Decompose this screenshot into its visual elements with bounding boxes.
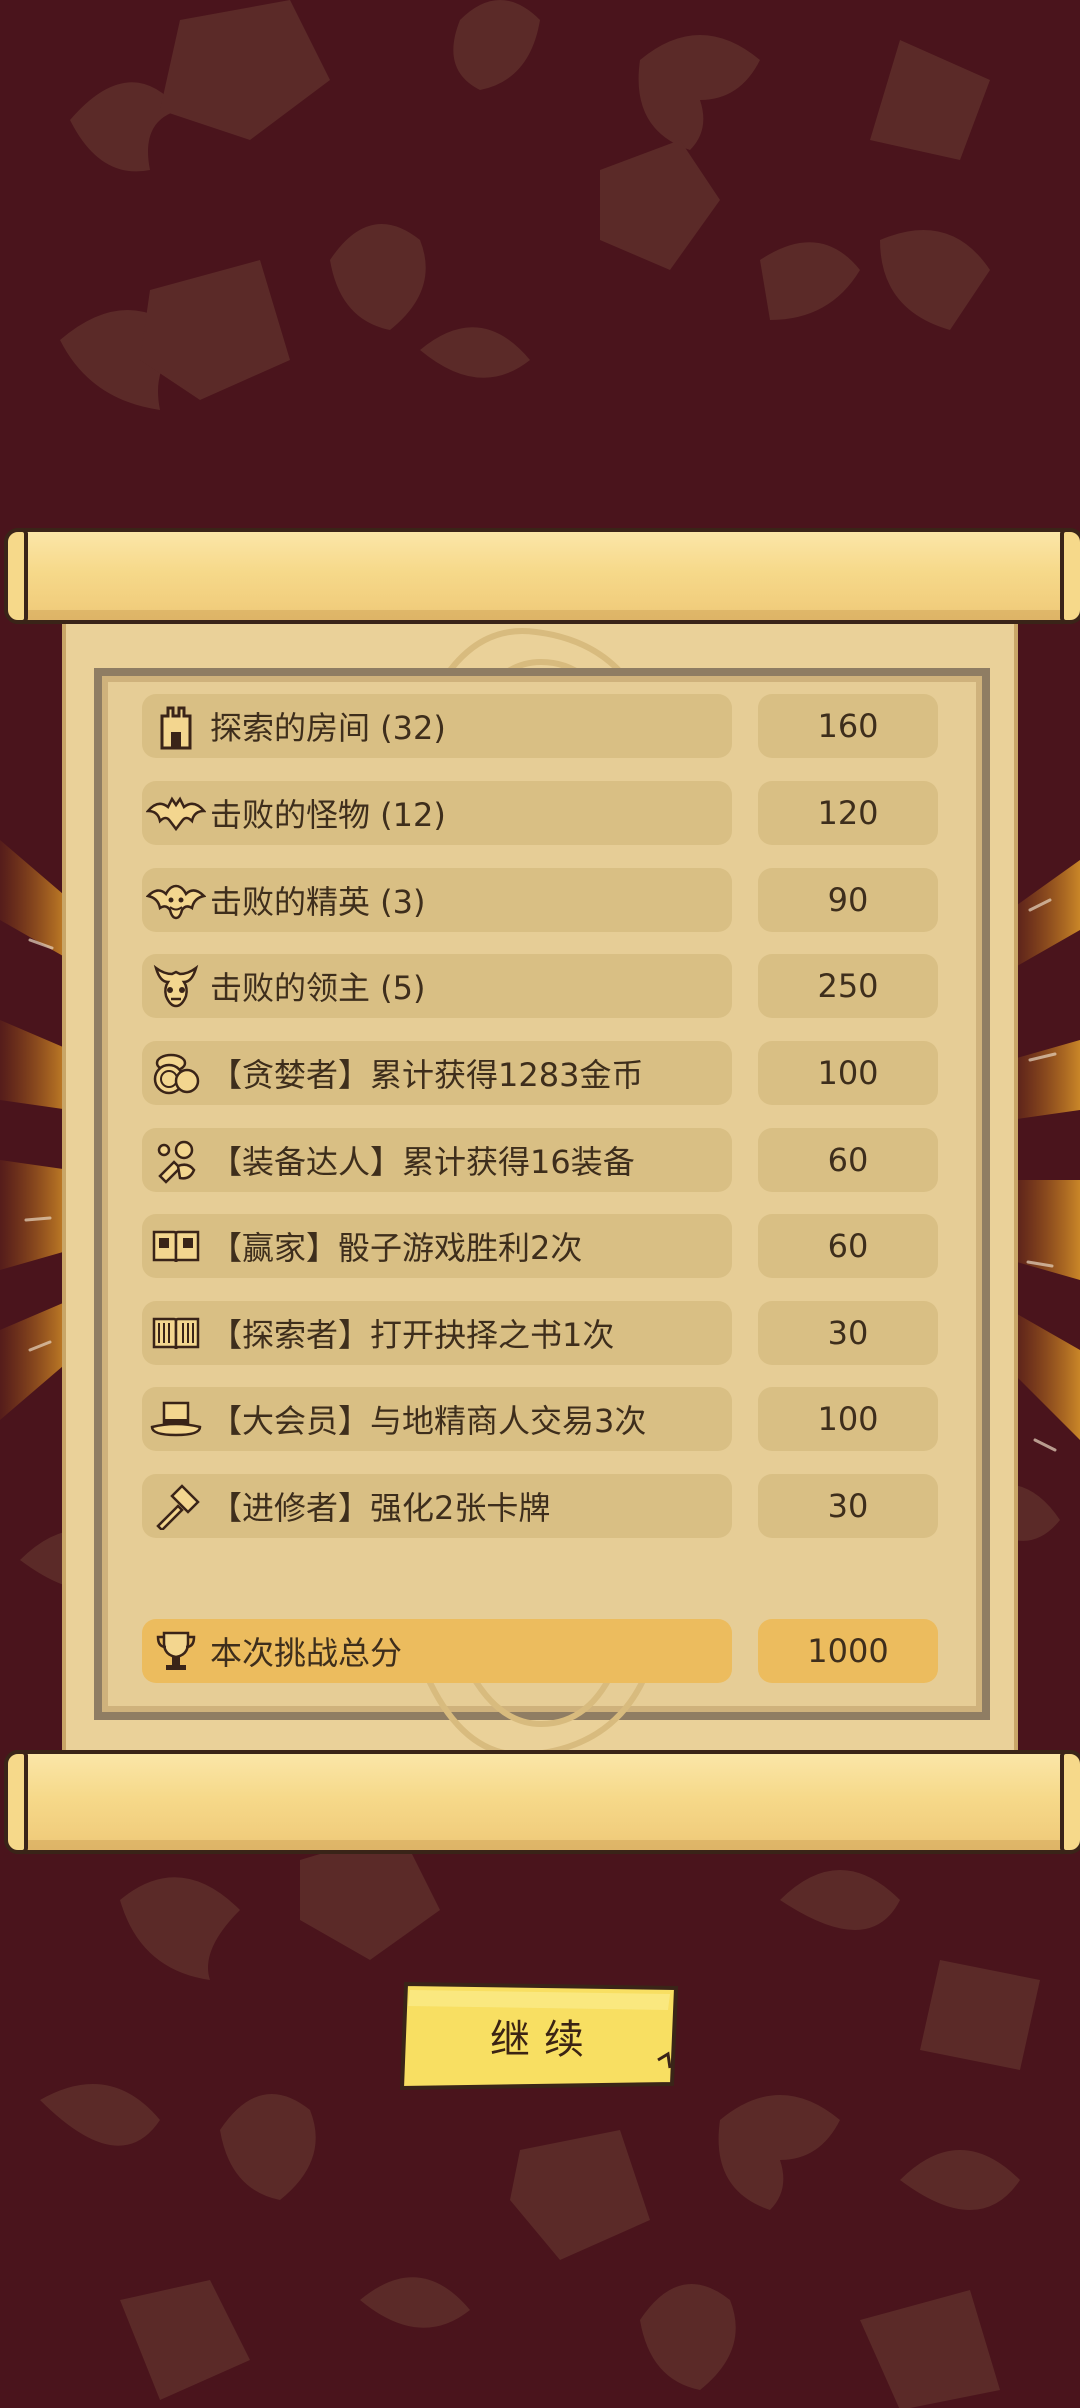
scroll-rod-cap-left: [4, 1750, 28, 1854]
scroll-top-rod: [4, 528, 1080, 624]
score-frame: [94, 668, 990, 1720]
scroll-rod-cap-right: [1060, 1750, 1080, 1854]
scroll-rod-cap-right: [1060, 528, 1080, 624]
scroll-paper: [62, 612, 1018, 1758]
continue-button[interactable]: 继续: [396, 1980, 682, 2092]
scroll-rod-cap-left: [4, 528, 28, 624]
score-scroll: [0, 520, 1080, 1860]
continue-button-label: 继续: [490, 2017, 598, 2063]
scroll-bottom-rod: [4, 1750, 1080, 1854]
